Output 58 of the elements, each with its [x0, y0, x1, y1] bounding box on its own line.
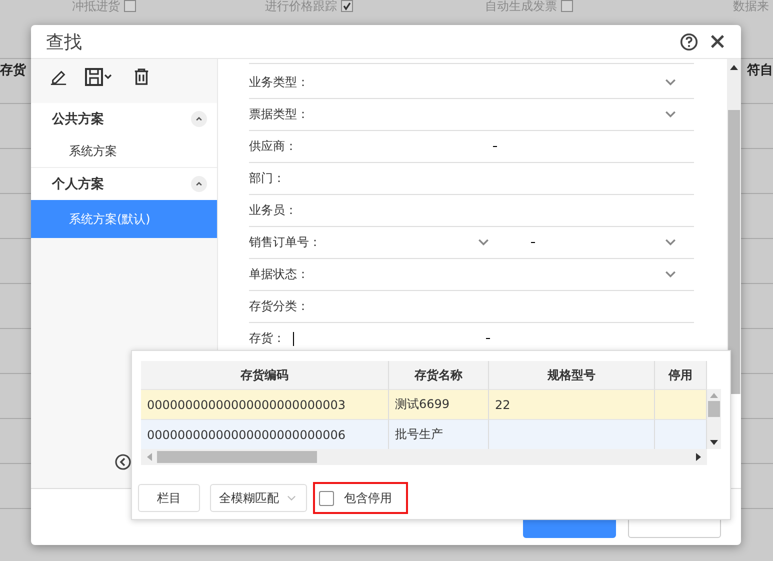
text-cursor[interactable]: [293, 332, 294, 346]
field-label: 单据状态：: [249, 266, 309, 283]
field-label: 存货：: [249, 330, 285, 347]
vertical-scrollbar[interactable]: [707, 389, 721, 449]
edit-icon[interactable]: [50, 68, 67, 85]
checkbox-label: 包含停用: [344, 490, 392, 506]
scrollbar[interactable]: [727, 59, 741, 394]
field-label: 部门：: [249, 170, 285, 187]
checkbox[interactable]: [124, 0, 136, 12]
group-title: 公共方案: [52, 110, 105, 128]
scroll-down-icon[interactable]: [710, 440, 718, 445]
table-cell: 测试6699: [395, 396, 450, 413]
scroll-right-icon[interactable]: [696, 453, 701, 461]
close-icon[interactable]: [710, 34, 725, 49]
dialog-title: 查找: [46, 30, 83, 54]
chevron-down-icon[interactable]: [665, 271, 676, 278]
scroll-up-icon[interactable]: [730, 65, 738, 70]
checkbox[interactable]: [319, 490, 334, 506]
columns-button[interactable]: 栏目: [138, 484, 200, 512]
table-cell: 00000000000000000000000006: [147, 428, 346, 442]
table-row[interactable]: 00000000000000000000000003 测试6699 22: [141, 389, 707, 419]
column-header: 存货: [0, 62, 26, 79]
save-icon[interactable]: [85, 68, 113, 86]
field-label: 业务类型：: [249, 74, 309, 91]
field-label: 票据类型：: [249, 106, 309, 123]
column-header: 存货编码: [141, 361, 389, 389]
group-title: 个人方案: [52, 176, 105, 193]
field-label: 业务员：: [249, 202, 297, 219]
field-label: 存货分类：: [249, 298, 309, 315]
column-header: 停用: [655, 361, 707, 389]
field-label: 供应商：: [249, 138, 297, 155]
range-separator: [493, 146, 497, 147]
checkbox[interactable]: [561, 0, 573, 12]
checkbox[interactable]: [341, 0, 353, 12]
chevron-down-icon[interactable]: [478, 239, 489, 246]
delete-icon[interactable]: [133, 68, 150, 85]
collapse-icon[interactable]: [191, 176, 207, 192]
column-header: 符自: [747, 62, 773, 79]
collapse-icon[interactable]: [191, 111, 207, 127]
help-icon[interactable]: [680, 32, 698, 50]
table-cell: 22: [495, 398, 510, 412]
range-separator: [486, 338, 490, 339]
table-cell: 批号生产: [395, 426, 443, 443]
scheme-item[interactable]: 系统方案: [31, 135, 217, 167]
field-label: 销售订单号：: [249, 234, 321, 251]
horizontal-scrollbar[interactable]: [141, 449, 707, 465]
chevron-down-icon[interactable]: [665, 79, 676, 86]
option-label: 数据来: [733, 0, 769, 14]
chevron-down-icon: [287, 495, 296, 501]
table-row[interactable]: 00000000000000000000000006 批号生产: [141, 419, 707, 449]
chevron-down-icon[interactable]: [665, 239, 676, 246]
column-header: 规格型号: [489, 361, 655, 389]
option-label: 冲抵进货: [72, 0, 120, 14]
column-header: 存货名称: [389, 361, 489, 389]
match-mode-dropdown[interactable]: 全模糊匹配: [210, 484, 307, 512]
chevron-down-icon[interactable]: [665, 111, 676, 118]
table-cell: 00000000000000000000000003: [147, 398, 346, 412]
range-separator: [531, 242, 535, 243]
